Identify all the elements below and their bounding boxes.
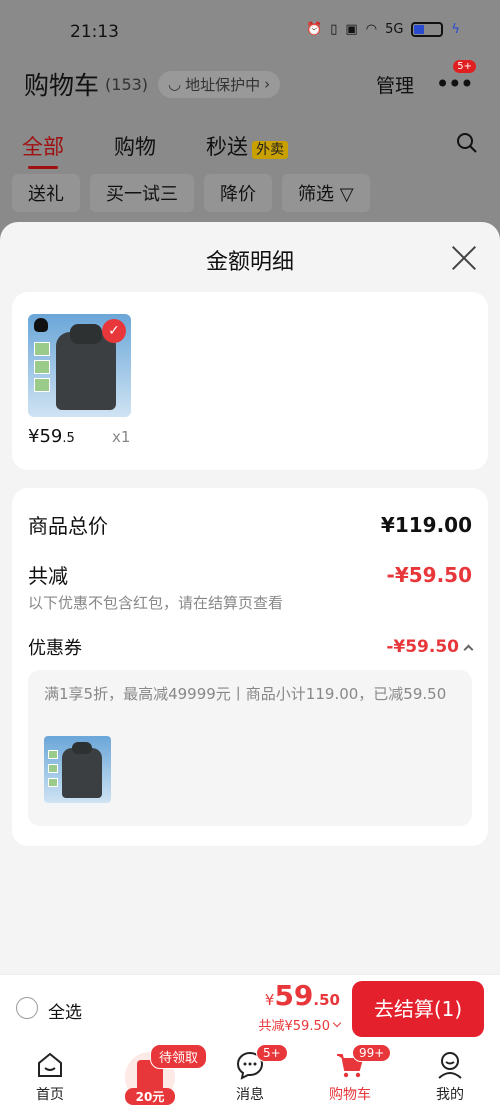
cart-header: 购物车 (153) ◡ 地址保护中 › 管理 ••• 5+ [24,60,476,104]
coupon-description: 满1享5折，最高减49999元丨商品小计119.00，已减59.50 [44,685,447,703]
messages-badge: 5+ [256,1044,288,1062]
signal-icon: 5G [385,22,404,37]
wifi-icon: ◠ [365,22,378,37]
reduction-label: 共减 [28,564,68,588]
thumb-detail [48,778,58,787]
coupon-label: 优惠券 [28,638,82,659]
jacket-image [62,748,102,798]
total-price-row: 商品总价 ¥119.00 [28,510,472,539]
filter-row: 送礼 买一试三 降价 筛选 ▽ [12,174,370,212]
coupon-value: -¥59.50 [386,637,459,657]
checkout-bar: 全选 ¥ 59 .50 共减¥59.50 去结算(1) [0,974,500,1042]
funnel-icon: ▽ [339,184,354,205]
nav-mine-label: 我的 [436,1087,464,1103]
smile-icon: ◡ [168,75,182,93]
nav-messages-label: 消息 [236,1087,264,1103]
product-quantity: x1 [112,428,131,446]
nav-cart[interactable]: 99+ 购物车 [300,1042,400,1111]
address-protection-pill[interactable]: ◡ 地址保护中 › [158,70,281,98]
jacket-collar [72,742,92,754]
reduction-row: 共减 -¥59.50 [28,560,472,589]
checkmark-icon: ✓ [102,319,126,343]
checkout-discount-toggle[interactable]: 共减¥59.50 [258,1015,342,1034]
bottom-nav: 首页 20元 5+ 消息 99+ 购物车 我的 待领取 [0,1042,500,1111]
select-all-label[interactable]: 全选 [48,998,82,1023]
cart-badge: 99+ [352,1044,392,1062]
more-icon[interactable]: ••• [436,70,474,98]
close-icon[interactable] [450,244,478,272]
jacket-collar [70,324,102,344]
checkout-price-dec: .50 [313,991,340,1009]
checkout-yen: ¥ [264,991,275,1009]
address-protection-label: 地址保护中 [185,75,261,94]
coupon-detail-box: 满1享5折，最高减49999元丨商品小计119.00，已减59.50 [28,670,472,826]
status-icons: ⏰ ▯ ▣ ◠ 5G ϟ [306,22,460,37]
product-price: ¥59.5 [28,426,75,447]
filter-price-drop[interactable]: 降价 [204,174,272,212]
filter-label: 筛选 [298,184,334,205]
status-bar: 21:13 ⏰ ▯ ▣ ◠ 5G ϟ [0,18,500,48]
page-title: 购物车 [24,71,100,100]
sheet-title: 金额明细 [205,250,294,275]
thumb-detail [34,360,50,374]
filter-button[interactable]: 筛选 ▽ [282,174,370,212]
chevron-down-icon [332,1018,342,1027]
cart-page-background: 21:13 ⏰ ▯ ▣ ◠ 5G ϟ 购物车 (153) ◡ 地址保护中 › 管… [0,0,500,240]
product-card: ✓ ¥59.5 x1 [12,292,488,470]
thumb-detail [48,750,58,759]
red-packet-amount: 20元 [125,1088,175,1105]
checkout-total: ¥ 59 .50 [265,979,340,1012]
cart-tabs: 全部 购物 秒送 外卖 [22,128,478,169]
total-price-label: 商品总价 [28,514,108,538]
tab-shopping[interactable]: 购物 [114,131,156,161]
coupon-row[interactable]: 优惠券 -¥59.50 [28,634,474,660]
nav-mine[interactable]: 我的 [400,1042,500,1111]
more-badge: 5+ [453,60,476,73]
checkout-button[interactable]: 去结算(1) [352,981,484,1037]
thumb-detail [34,378,50,392]
search-icon[interactable] [456,132,478,154]
tab-all[interactable]: 全部 [22,131,64,169]
charging-icon: ϟ [451,22,460,37]
hd-icon: ▣ [345,22,358,37]
checkout-discount: 共减¥59.50 [258,1019,331,1034]
product-price-int: ¥59 [28,426,63,447]
cart-count: (153) [105,74,149,94]
product-price-dec: .5 [62,431,75,446]
coupon-product-thumbnail [44,736,111,803]
select-all-checkbox[interactable] [16,997,38,1019]
filter-try-three[interactable]: 买一试三 [90,174,194,212]
thumb-detail [48,764,58,773]
tab-flash-delivery-label: 秒送 [206,135,248,159]
red-packet-tag: 待领取 [150,1044,208,1069]
reduction-note: 以下优惠不包含红包，请在结算页查看 [28,594,284,612]
profile-icon [438,1052,462,1079]
nav-home[interactable]: 首页 [0,1042,100,1111]
total-price-value: ¥119.00 [380,512,472,537]
manage-button[interactable]: 管理 [376,71,414,98]
home-icon [38,1052,62,1077]
chevron-up-icon[interactable] [463,644,474,654]
thumb-detail [34,342,50,356]
reduction-value: -¥59.50 [386,562,472,587]
status-time: 21:13 [70,22,119,42]
nav-home-label: 首页 [36,1087,64,1103]
price-summary-card: 商品总价 ¥119.00 共减 -¥59.50 以下优惠不包含红包，请在结算页查… [12,488,488,846]
brand-logo-icon [34,318,48,332]
alarm-icon: ⏰ [306,22,323,37]
battery-icon [411,22,444,37]
chevron-right-icon: › [264,75,271,93]
filter-gift[interactable]: 送礼 [12,174,80,212]
nav-cart-label: 购物车 [329,1087,371,1103]
takeout-badge: 外卖 [252,141,288,159]
vibrate-icon: ▯ [330,22,338,37]
coupon-value-wrap: -¥59.50 [386,637,474,657]
product-thumbnail[interactable]: ✓ [28,314,131,417]
amount-detail-sheet: 金额明细 ✓ ¥59.5 x1 商品总价 ¥119.00 共减 -¥59.50 … [0,222,500,974]
checkout-price-int: 59 [274,979,314,1012]
tab-flash-delivery[interactable]: 秒送 外卖 [206,131,288,161]
nav-messages[interactable]: 5+ 消息 [200,1042,300,1111]
